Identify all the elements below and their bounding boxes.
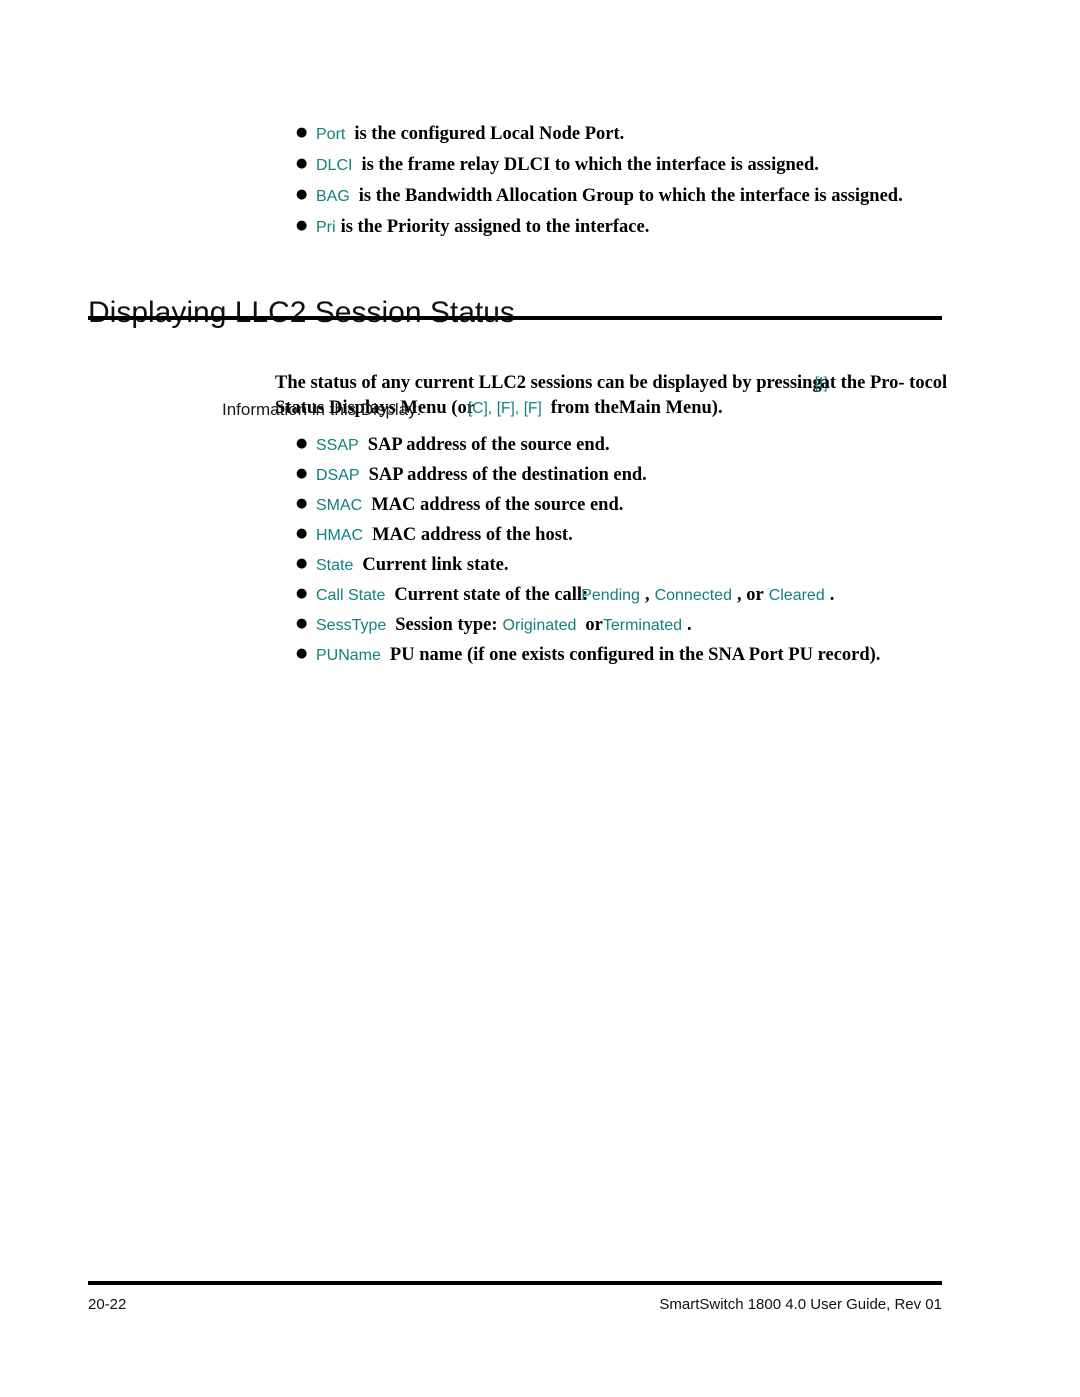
bullet-icon: ● <box>296 526 308 541</box>
term-desc: Session type: <box>395 615 498 635</box>
term-desc: is the configured Local Node Port. <box>354 124 625 144</box>
list-item: ● HMAC MAC address of the host. <box>296 520 880 550</box>
term-label: SSAP <box>316 437 359 454</box>
value-terminated: Terminated <box>602 617 682 634</box>
footer-divider <box>88 1281 942 1285</box>
term-label: BAG <box>316 188 350 205</box>
heading-divider <box>88 316 942 320</box>
interface-field-list: ● Port is the configured Local Node Port.… <box>296 118 903 242</box>
term-desc: is the Bandwidth Allocation Group to whi… <box>358 186 903 206</box>
separator-comma: , <box>644 585 650 605</box>
term-desc: MAC address of the host. <box>372 525 573 545</box>
key-f1: [F], <box>496 399 520 417</box>
term-label: DSAP <box>316 467 360 484</box>
bullet-icon: ● <box>296 556 308 571</box>
list-item: ● Port is the configured Local Node Port. <box>296 118 903 149</box>
bullet-icon: ● <box>296 218 308 233</box>
value-cleared: Cleared <box>768 587 825 604</box>
period: . <box>687 615 692 635</box>
list-item: ● DSAP SAP address of the destination end… <box>296 460 880 490</box>
term-label: SessType <box>316 617 387 634</box>
bullet-icon: ● <box>296 496 308 511</box>
term-desc: is the frame relay DLCI to which the int… <box>361 155 819 175</box>
list-item-pu-name: ● PUName PU name (if one exists configure… <box>296 640 880 670</box>
bullet-icon: ● <box>296 616 308 631</box>
list-item-sess-type: ● SessType Session type: Originated orTermi… <box>296 610 880 640</box>
term-desc: PU name (if one exists configured in the… <box>389 645 881 665</box>
list-item: ● State Current link state. <box>296 550 880 580</box>
term-desc: SAP address of the destination end. <box>368 465 647 485</box>
value-pending: Pending <box>581 587 640 604</box>
term-label: DLCI <box>316 157 353 174</box>
term-desc: SAP address of the source end. <box>367 435 610 455</box>
footer-page-number: 20-22 <box>88 1296 127 1313</box>
footer-title: SmartSwitch 1800 4.0 User Guide, Rev 01 <box>659 1296 942 1313</box>
bullet-icon: ● <box>296 156 308 171</box>
value-originated: Originated <box>502 617 577 634</box>
list-item: ● Pri is the Priority assigned to the int… <box>296 211 903 242</box>
intro-text-part5: Main Menu). <box>618 397 723 418</box>
bullet-icon: ● <box>296 436 308 451</box>
separator-or: or <box>585 615 603 635</box>
term-label: Port <box>316 126 346 143</box>
list-item: ● SSAP SAP address of the source end. <box>296 430 880 460</box>
list-item: ● BAG is the Bandwidth Allocation Group t… <box>296 180 903 211</box>
key-c: [C], <box>467 399 493 417</box>
term-label: Call State <box>316 587 386 604</box>
document-page: ● Port is the configured Local Node Port.… <box>0 0 1080 1397</box>
term-label: Pri <box>316 219 336 236</box>
page-title: Displaying LLC2 Session Status <box>88 296 515 330</box>
bullet-icon: ● <box>296 466 308 481</box>
key-f2: [F] <box>523 399 542 417</box>
list-item-call-state: ● Call State Current state of the call:Pe… <box>296 580 880 610</box>
info-display-label: Information in this Display: <box>222 400 422 419</box>
value-connected: Connected <box>654 587 732 604</box>
term-label: State <box>316 557 354 574</box>
bullet-icon: ● <box>296 646 308 661</box>
intro-text-part2: at the Pro- <box>820 372 905 393</box>
bullet-icon: ● <box>296 586 308 601</box>
list-item: ● DLCI is the frame relay DLCI to which t… <box>296 149 903 180</box>
list-item: ● SMAC MAC address of the source end. <box>296 490 880 520</box>
bullet-icon: ● <box>296 125 308 140</box>
term-desc: Current link state. <box>362 555 509 575</box>
term-label: PUName <box>316 647 381 664</box>
separator-or: , or <box>736 585 764 605</box>
term-label: SMAC <box>316 497 363 514</box>
period: . <box>829 585 835 605</box>
llc2-field-list: ● SSAP SAP address of the source end. ● D… <box>296 430 880 670</box>
intro-text-part1: The status of any current LLC2 sessions … <box>275 372 822 393</box>
intro-text-part4: from the <box>550 397 619 418</box>
bullet-icon: ● <box>296 187 308 202</box>
term-desc: is the Priority assigned to the interfac… <box>340 217 650 237</box>
term-label: HMAC <box>316 527 364 544</box>
term-desc: MAC address of the source end. <box>371 495 624 515</box>
term-desc: Current state of the call: <box>394 585 589 605</box>
